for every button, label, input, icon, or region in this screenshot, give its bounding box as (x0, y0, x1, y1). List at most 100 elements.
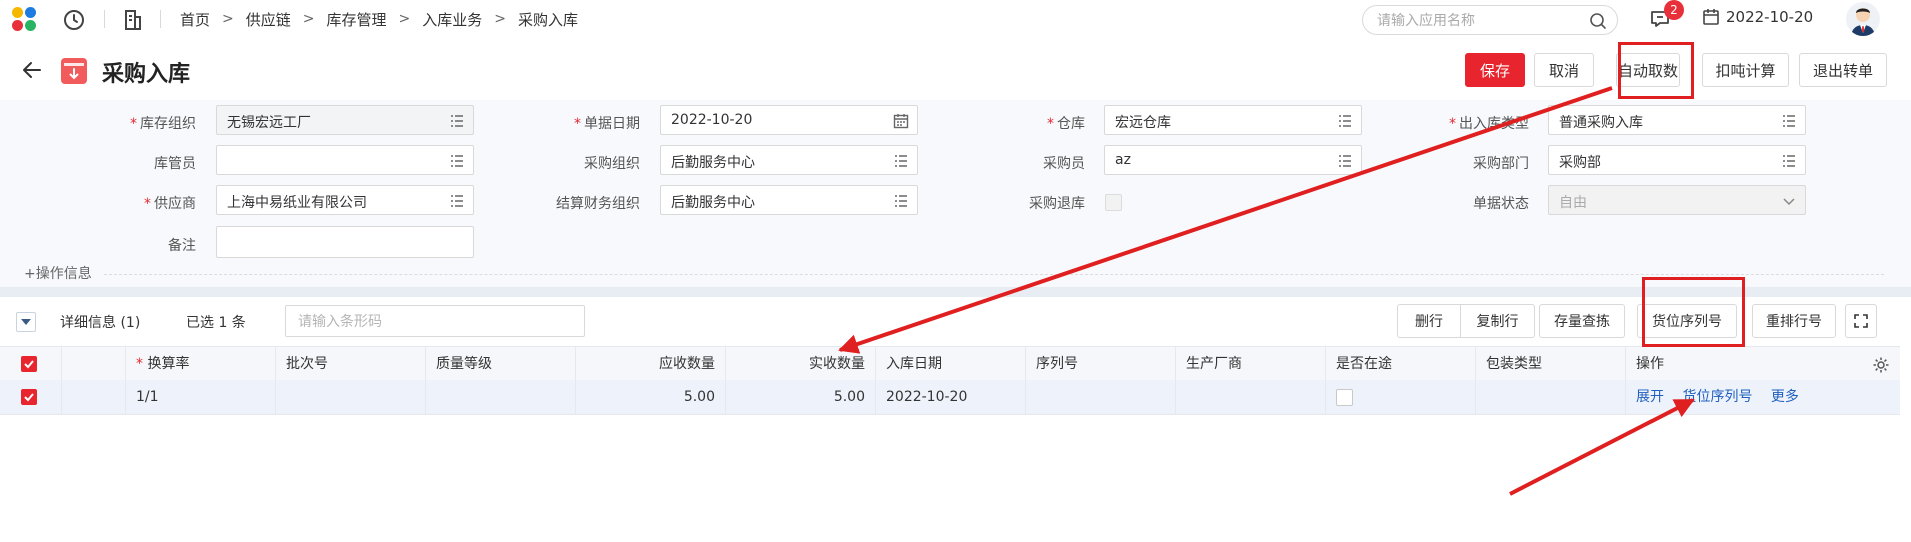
io-type-label: * 出入库类型 (1449, 116, 1529, 132)
inventory-org-label: * 库存组织 (130, 116, 196, 132)
app-logo[interactable] (12, 7, 40, 33)
due-qty-cell[interactable]: 5.00 (576, 380, 726, 414)
serial-cell[interactable] (1026, 380, 1176, 414)
rate-cell[interactable]: 1/1 (126, 380, 276, 414)
settings-icon[interactable] (1872, 356, 1890, 374)
purchaser-field[interactable]: az (1104, 145, 1362, 175)
chevron-right-icon: > (494, 11, 506, 27)
doc-date-field[interactable]: 2022-10-20 (660, 105, 918, 135)
location-serial-link[interactable]: 货位序列号 (1682, 389, 1752, 405)
caret-down-icon (21, 319, 31, 325)
more-link[interactable]: 更多 (1771, 389, 1799, 405)
list-icon[interactable] (1337, 113, 1353, 129)
list-icon[interactable] (449, 193, 465, 209)
list-icon[interactable] (893, 153, 909, 169)
row-blank (62, 380, 126, 414)
table-row[interactable]: 1/1 5.00 5.00 2022-10-20 展开 货位序列号 更多 (0, 380, 1900, 415)
breadcrumb-item[interactable]: 入库业务 (422, 9, 482, 30)
col-header[interactable]: 入库日期 (876, 347, 1026, 381)
calendar-icon[interactable] (893, 113, 909, 129)
supplier-field[interactable]: 上海中易纸业有限公司 (216, 185, 474, 215)
warehouse-field[interactable]: 宏远仓库 (1104, 105, 1362, 135)
in-transit-cell (1326, 380, 1476, 414)
select-all-cell (0, 347, 62, 381)
remark-field[interactable] (216, 226, 474, 258)
history-icon[interactable] (62, 8, 86, 32)
io-type-field[interactable]: 普通采购入库 (1548, 105, 1806, 135)
list-icon[interactable] (1781, 113, 1797, 129)
list-icon[interactable] (1781, 153, 1797, 169)
col-header[interactable]: * 换算率 (126, 347, 276, 381)
renumber-button[interactable]: 重排行号 (1752, 304, 1836, 338)
detail-title: 详细信息 (1) (60, 315, 141, 331)
avatar[interactable] (1846, 2, 1880, 36)
notification-badge: 2 (1664, 0, 1684, 20)
batch-cell[interactable] (276, 380, 426, 414)
current-date: 2022-10-20 (1726, 8, 1814, 26)
exit-transfer-button[interactable]: 退出转单 (1799, 53, 1887, 87)
purchase-return-label: 采购退库 (1029, 196, 1085, 212)
chevron-down-icon[interactable] (1781, 193, 1797, 209)
in-date-cell[interactable]: 2022-10-20 (876, 380, 1026, 414)
recv-qty-cell[interactable]: 5.00 (726, 380, 876, 414)
breadcrumb: 首页 > 供应链 > 库存管理 > 入库业务 > 采购入库 (180, 0, 578, 38)
settle-org-field[interactable]: 后勤服务中心 (660, 185, 918, 215)
col-header[interactable]: 生产厂商 (1176, 347, 1326, 381)
supplier-label: * 供应商 (144, 196, 196, 212)
list-icon[interactable] (893, 193, 909, 209)
list-icon[interactable] (1337, 153, 1353, 169)
deduct-calc-button[interactable]: 扣吨计算 (1702, 53, 1789, 87)
purchase-dept-label: 采购部门 (1473, 156, 1529, 172)
search-icon[interactable] (1589, 12, 1607, 30)
col-header[interactable]: 包装类型 (1476, 347, 1626, 381)
col-header[interactable]: 批次号 (276, 347, 426, 381)
inventory-org-field[interactable]: 无锡宏远工厂 (216, 105, 474, 135)
row-checkbox[interactable] (21, 389, 37, 405)
doc-status-select[interactable]: 自由 (1548, 185, 1806, 215)
breadcrumb-item-current[interactable]: 采购入库 (518, 9, 578, 30)
list-icon[interactable] (449, 113, 465, 129)
col-header[interactable]: 实收数量 (726, 347, 876, 381)
fullscreen-button[interactable] (1845, 304, 1877, 338)
doc-date-label: * 单据日期 (574, 116, 640, 132)
expand-link[interactable]: 展开 (1636, 389, 1664, 405)
book-icon[interactable] (121, 8, 145, 32)
warehouse-label: * 仓库 (1047, 116, 1085, 132)
barcode-input[interactable] (296, 313, 570, 331)
col-header[interactable]: 质量等级 (426, 347, 576, 381)
quality-cell[interactable] (426, 380, 576, 414)
fullscreen-icon (1854, 314, 1868, 328)
purchase-dept-field[interactable]: 采购部 (1548, 145, 1806, 175)
breadcrumb-item[interactable]: 首页 (180, 9, 210, 30)
back-arrow-icon[interactable] (20, 58, 44, 82)
date-display[interactable]: 2022-10-20 (1702, 8, 1813, 26)
purchase-org-field[interactable]: 后勤服务中心 (660, 145, 918, 175)
col-header[interactable]: 应收数量 (576, 347, 726, 381)
ops-info-toggle[interactable]: +操作信息 (24, 263, 92, 283)
col-header[interactable]: 是否在途 (1326, 347, 1476, 381)
remark-label: 备注 (168, 238, 196, 254)
stock-query-button[interactable]: 存量查拣 (1539, 304, 1625, 338)
maker-cell[interactable] (1176, 380, 1326, 414)
in-transit-checkbox[interactable] (1336, 389, 1353, 406)
select-all-checkbox[interactable] (21, 356, 37, 372)
copy-row-button[interactable]: 复制行 (1460, 304, 1535, 338)
cancel-button[interactable]: 取消 (1534, 53, 1594, 87)
topbar-divider (104, 10, 105, 28)
breadcrumb-item[interactable]: 供应链 (246, 9, 291, 30)
delete-row-button[interactable]: 删行 (1397, 304, 1461, 338)
detail-collapse-toggle[interactable] (16, 312, 36, 332)
pack-type-cell[interactable] (1476, 380, 1626, 414)
chevron-right-icon: > (302, 11, 315, 27)
col-header[interactable]: 序列号 (1026, 347, 1176, 381)
purchase-org-label: 采购组织 (584, 156, 640, 172)
annotation-box-location-serial (1642, 277, 1745, 347)
purchase-return-checkbox[interactable] (1105, 194, 1122, 211)
app-search-input[interactable] (1375, 11, 1579, 31)
settle-org-label: 结算财务组织 (556, 196, 640, 212)
breadcrumb-item[interactable]: 库存管理 (327, 9, 387, 30)
barcode-input-box (285, 305, 585, 337)
keeper-field[interactable] (216, 145, 474, 175)
list-icon[interactable] (449, 153, 465, 169)
save-button[interactable]: 保存 (1465, 53, 1525, 87)
